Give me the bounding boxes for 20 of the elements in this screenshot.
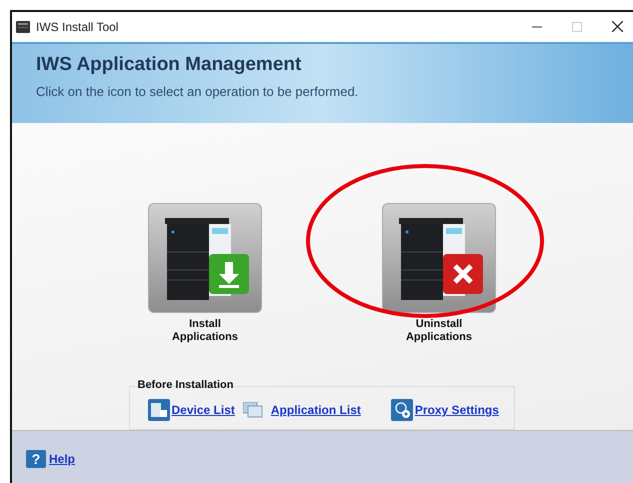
window-title: IWS Install Tool bbox=[36, 20, 118, 34]
link[interactable]: Application List bbox=[270, 403, 361, 418]
operation-label: Install Applications bbox=[172, 318, 238, 344]
help-icon[interactable]: ? bbox=[26, 450, 46, 468]
help-link[interactable]: Help bbox=[49, 452, 76, 466]
link[interactable]: Device List bbox=[172, 403, 235, 418]
group-title: Before Installation bbox=[138, 379, 234, 392]
operation-label: Uninstall Applications bbox=[406, 318, 472, 344]
install-button[interactable] bbox=[148, 203, 262, 314]
link[interactable]: Proxy Settings bbox=[414, 403, 499, 418]
uninstall-button[interactable] bbox=[382, 203, 496, 314]
close-icon[interactable] bbox=[612, 21, 623, 32]
download-icon bbox=[209, 254, 249, 294]
app-icon bbox=[16, 20, 30, 34]
globe-gear-icon bbox=[390, 399, 413, 422]
page-title: IWS Application Management bbox=[36, 54, 302, 76]
page-subtitle: Click on the icon to select an operation to be performed. bbox=[36, 84, 360, 99]
remove-icon bbox=[443, 254, 483, 294]
device-list-icon bbox=[148, 399, 170, 422]
application-list-icon bbox=[242, 402, 263, 418]
